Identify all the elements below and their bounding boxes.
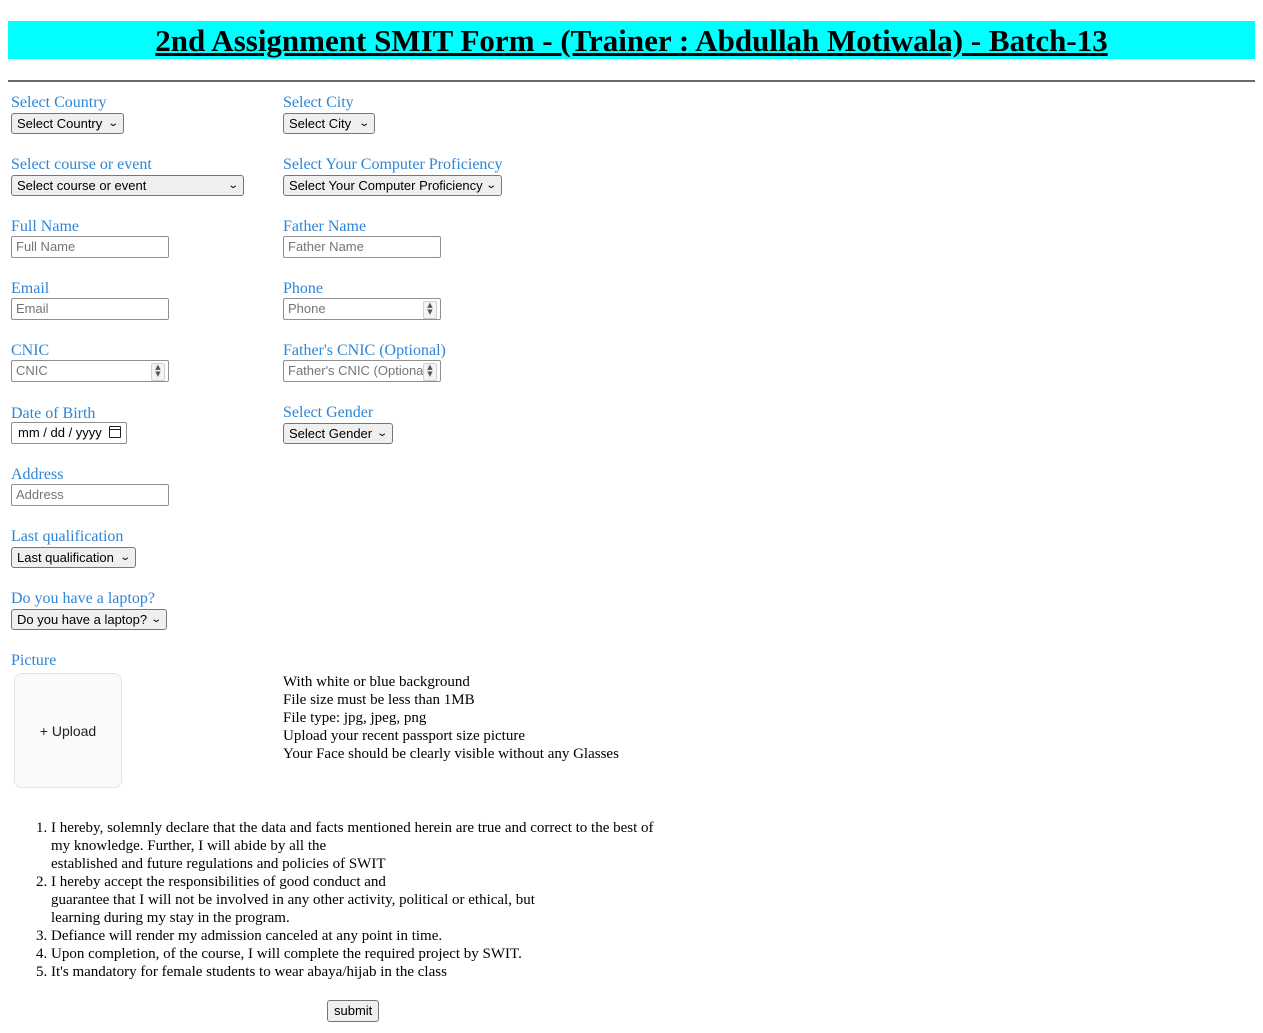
qualification-select[interactable]: Last qualification ⌄: [11, 547, 136, 568]
chevron-down-icon: ⌄: [118, 552, 131, 563]
full-name-input[interactable]: Full Name: [11, 236, 169, 258]
laptop-select[interactable]: Do you have a laptop? ⌄: [11, 609, 167, 630]
country-select[interactable]: Select Country ⌄: [11, 113, 124, 134]
spinner-icon[interactable]: ▲ ▼: [151, 363, 165, 381]
father-cnic-input[interactable]: Father's CNIC (Optional ▲ ▼: [283, 360, 441, 382]
dob-label: Date of Birth: [11, 405, 96, 422]
picture-instructions: With white or blue background File size …: [283, 673, 619, 763]
declaration-line: I hereby accept the responsibilities of …: [51, 874, 386, 890]
declaration-line: Defiance will render my admission cancel…: [51, 928, 443, 944]
chevron-down-icon: ⌄: [484, 180, 497, 191]
instruction-line: File size must be less than 1MB: [283, 692, 475, 708]
country-label: Select Country: [11, 94, 107, 111]
dob-value: mm / dd / yyyy: [18, 425, 102, 440]
phone-placeholder: Phone: [288, 301, 326, 316]
father-name-input[interactable]: Father Name: [283, 236, 441, 258]
full-name-label: Full Name: [11, 218, 79, 235]
declaration-line: my knowledge. Further, I will abide by a…: [51, 838, 327, 854]
laptop-label: Do you have a laptop?: [11, 590, 155, 607]
declaration-line: Upon completion, of the course, I will c…: [51, 946, 522, 962]
father-name-label: Father Name: [283, 218, 367, 235]
laptop-select-value: Do you have a laptop?: [17, 612, 148, 627]
instruction-line: With white or blue background: [283, 674, 470, 690]
email-input[interactable]: Email: [11, 298, 169, 320]
page-header: 2nd Assignment SMIT Form - (Trainer : Ab…: [8, 21, 1255, 59]
chevron-down-icon: ⌄: [357, 118, 370, 129]
instruction-line: Upload your recent passport size picture: [283, 728, 525, 744]
cnic-label: CNIC: [11, 342, 50, 359]
declaration-item: I hereby, solemnly declare that the data…: [51, 819, 711, 873]
dob-input[interactable]: mm / dd / yyyy: [11, 422, 127, 444]
qualification-label: Last qualification: [11, 528, 124, 545]
chevron-down-icon: ⌄: [226, 180, 239, 191]
cnic-input[interactable]: CNIC ▲ ▼: [11, 360, 169, 382]
chevron-down-icon: ⌄: [375, 428, 388, 439]
declaration-line: established and future regulations and p…: [51, 856, 386, 872]
submit-button[interactable]: submit: [327, 1000, 380, 1022]
address-label: Address: [11, 466, 64, 483]
declaration-line: I hereby, solemnly declare that the data…: [51, 820, 654, 836]
instruction-line: Your Face should be clearly visible with…: [283, 746, 619, 762]
declaration-line: guarantee that I will not be involved in…: [51, 892, 535, 908]
cnic-placeholder: CNIC: [16, 363, 48, 378]
chevron-down-icon: ⌄: [106, 118, 119, 129]
upload-button[interactable]: + Upload: [14, 673, 122, 788]
gender-label: Select Gender: [283, 404, 374, 421]
spinner-icon[interactable]: ▲ ▼: [423, 363, 437, 381]
declaration-list: I hereby, solemnly declare that the data…: [11, 819, 711, 981]
page-title: 2nd Assignment SMIT Form - (Trainer : Ab…: [155, 23, 1108, 58]
father-cnic-placeholder: Father's CNIC (Optional: [288, 363, 427, 378]
phone-label: Phone: [283, 280, 323, 297]
phone-input[interactable]: Phone ▲ ▼: [283, 298, 441, 320]
course-label: Select course or event: [11, 156, 152, 173]
divider: [8, 80, 1255, 82]
declaration-line: It's mandatory for female students to we…: [51, 964, 447, 980]
course-select[interactable]: Select course or event ⌄: [11, 175, 244, 196]
declaration-item: Defiance will render my admission cancel…: [51, 927, 711, 945]
declaration-line: learning during my stay in the program.: [51, 910, 290, 926]
picture-label: Picture: [11, 652, 57, 669]
course-select-value: Select course or event: [17, 178, 147, 193]
gender-select-value: Select Gender: [289, 426, 373, 441]
declaration-item: Upon completion, of the course, I will c…: [51, 945, 711, 963]
chevron-down-icon: ⌄: [149, 614, 162, 625]
city-select[interactable]: Select City ⌄: [283, 113, 375, 134]
proficiency-select[interactable]: Select Your Computer Proficiency ⌄: [283, 175, 502, 196]
email-label: Email: [11, 280, 50, 297]
city-select-value: Select City: [289, 116, 352, 131]
declaration-item: I hereby accept the responsibilities of …: [51, 873, 711, 927]
qualification-select-value: Last qualification: [17, 550, 114, 565]
city-label: Select City: [283, 94, 354, 111]
address-input[interactable]: Address: [11, 484, 169, 506]
instruction-line: File type: jpg, jpeg, png: [283, 710, 427, 726]
spinner-icon[interactable]: ▲ ▼: [423, 301, 437, 319]
gender-select[interactable]: Select Gender ⌄: [283, 423, 393, 444]
proficiency-select-value: Select Your Computer Proficiency: [289, 178, 483, 193]
country-select-value: Select Country: [17, 116, 103, 131]
father-cnic-label: Father's CNIC (Optional): [283, 342, 446, 359]
calendar-icon[interactable]: [109, 426, 121, 438]
proficiency-label: Select Your Computer Proficiency: [283, 156, 503, 173]
declaration-item: It's mandatory for female students to we…: [51, 963, 711, 981]
